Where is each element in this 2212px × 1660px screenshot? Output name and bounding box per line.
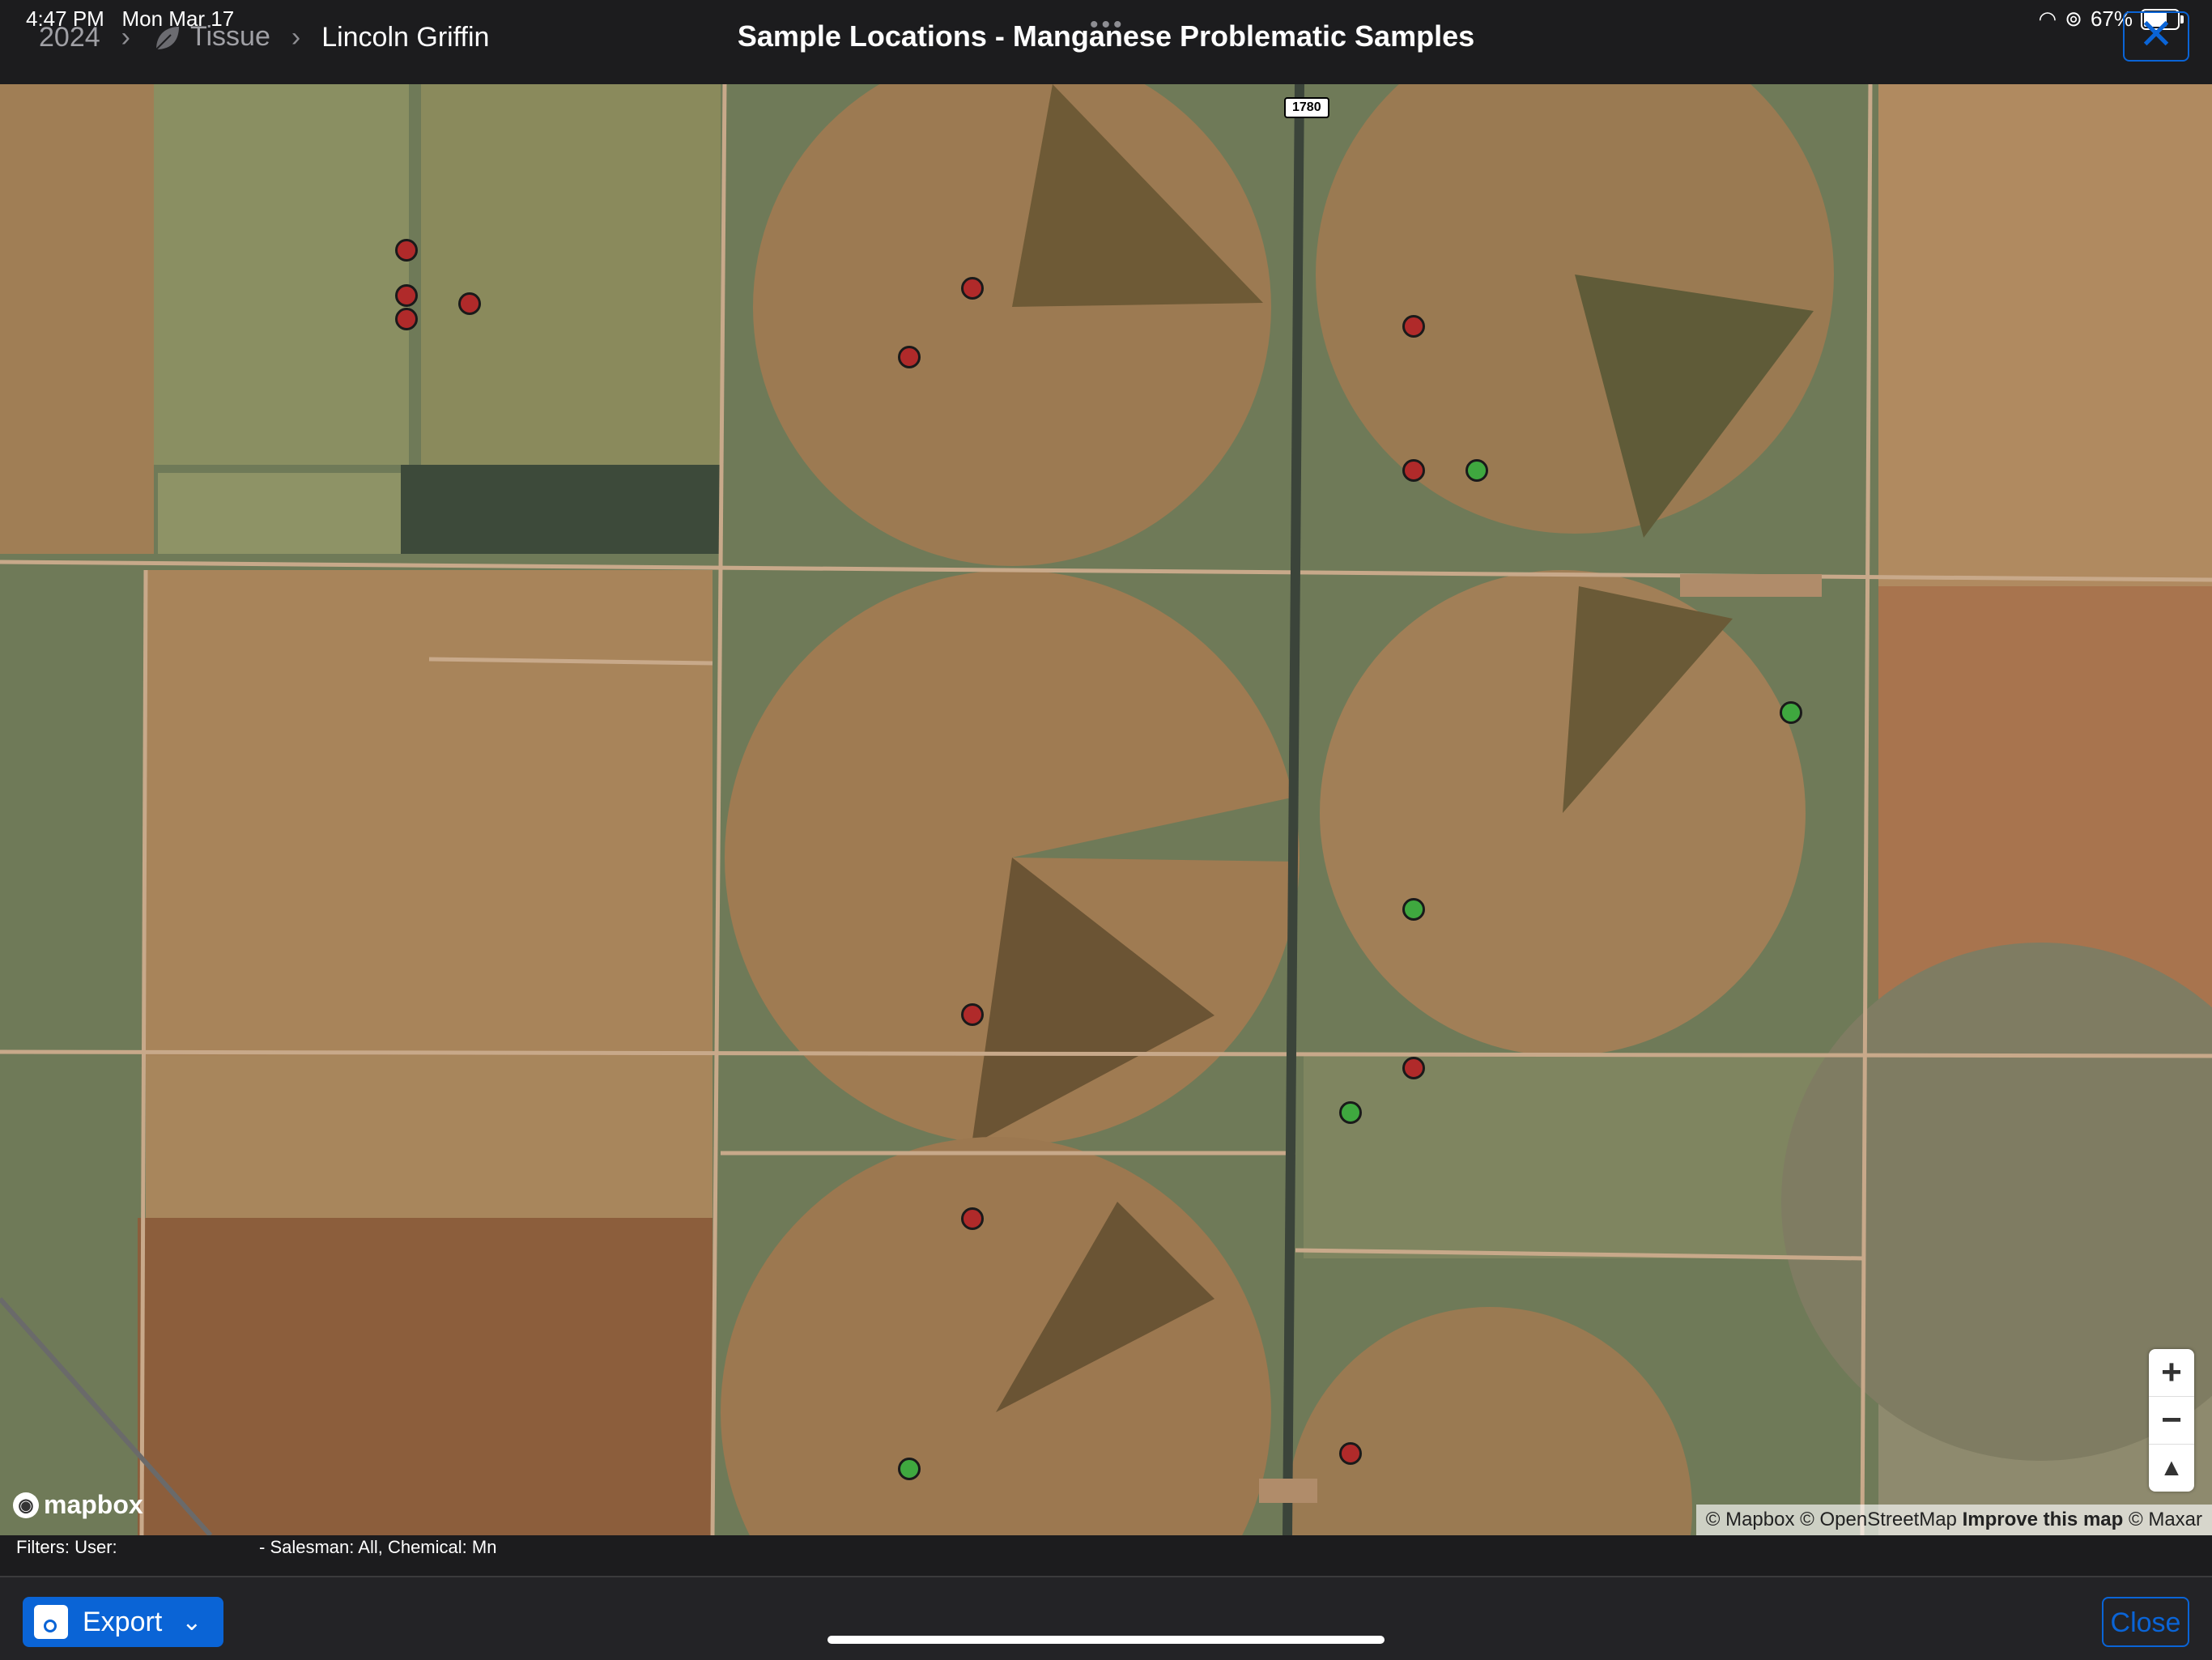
satellite-map[interactable]: 1780 + − ▲ ◉ mapbox © Mapbox © OpenStree… [0, 84, 2212, 1535]
sample-marker-ok[interactable] [1339, 1101, 1362, 1124]
filters-label: Filters: User: [16, 1537, 117, 1557]
sample-marker-ok[interactable] [898, 1458, 921, 1480]
mapbox-logo-icon: ◉ [13, 1492, 39, 1518]
map-zoom-controls: + − ▲ [2149, 1349, 2194, 1492]
compass-button[interactable]: ▲ [2149, 1445, 2194, 1492]
save-disk-icon [34, 1605, 68, 1639]
export-label: Export [83, 1606, 163, 1637]
bottom-toolbar: Export ⌄ Close [0, 1576, 2212, 1660]
attribution-osm[interactable]: © OpenStreetMap [1800, 1509, 1957, 1530]
filters-line: Filters: User: - Salesman: All, Chemical… [16, 1537, 496, 1558]
sample-marker-problem[interactable] [395, 284, 418, 307]
sample-marker-problem[interactable] [961, 1003, 984, 1026]
sample-marker-problem[interactable] [961, 1207, 984, 1230]
sample-marker-ok[interactable] [1465, 459, 1488, 482]
page-title: Sample Locations - Manganese Problematic… [737, 19, 1475, 53]
attribution-mapbox[interactable]: © Mapbox [1706, 1509, 1795, 1530]
attribution-maxar[interactable]: © Maxar [2129, 1509, 2202, 1530]
filters-value: - Salesman: All, Chemical: Mn [259, 1537, 497, 1557]
home-indicator[interactable] [827, 1636, 1385, 1644]
sample-marker-problem[interactable] [1402, 459, 1425, 482]
close-icon[interactable]: ✕ [2123, 11, 2189, 62]
export-button[interactable]: Export ⌄ [23, 1597, 223, 1647]
improve-map-link[interactable]: Improve this map [1963, 1509, 2124, 1530]
close-button[interactable]: Close [2102, 1597, 2189, 1647]
top-bar: 4:47 PM Mon Mar 17 ••• ◠ ⊚ 67% 2024 › Ti… [0, 0, 2212, 86]
zoom-in-button[interactable]: + [2149, 1349, 2194, 1397]
sample-marker-ok[interactable] [1402, 898, 1425, 921]
sample-marker-problem[interactable] [1402, 1057, 1425, 1079]
chevron-down-icon: ⌄ [181, 1608, 202, 1636]
mapbox-logo-text: mapbox [44, 1490, 143, 1519]
satellite-imagery [0, 84, 2212, 1535]
sample-marker-problem[interactable] [395, 308, 418, 330]
zoom-out-button[interactable]: − [2149, 1397, 2194, 1445]
sample-marker-ok[interactable] [1780, 701, 1802, 724]
sample-marker-problem[interactable] [1339, 1442, 1362, 1465]
sample-marker-problem[interactable] [395, 239, 418, 262]
sample-marker-problem[interactable] [961, 277, 984, 300]
sample-marker-problem[interactable] [458, 292, 481, 315]
map-attribution: © Mapbox © OpenStreetMap Improve this ma… [1695, 1505, 2212, 1535]
mapbox-logo: ◉ mapbox [13, 1490, 143, 1520]
sample-marker-problem[interactable] [898, 346, 921, 368]
road-label: 1780 [1284, 97, 1329, 118]
sample-marker-problem[interactable] [1402, 315, 1425, 338]
